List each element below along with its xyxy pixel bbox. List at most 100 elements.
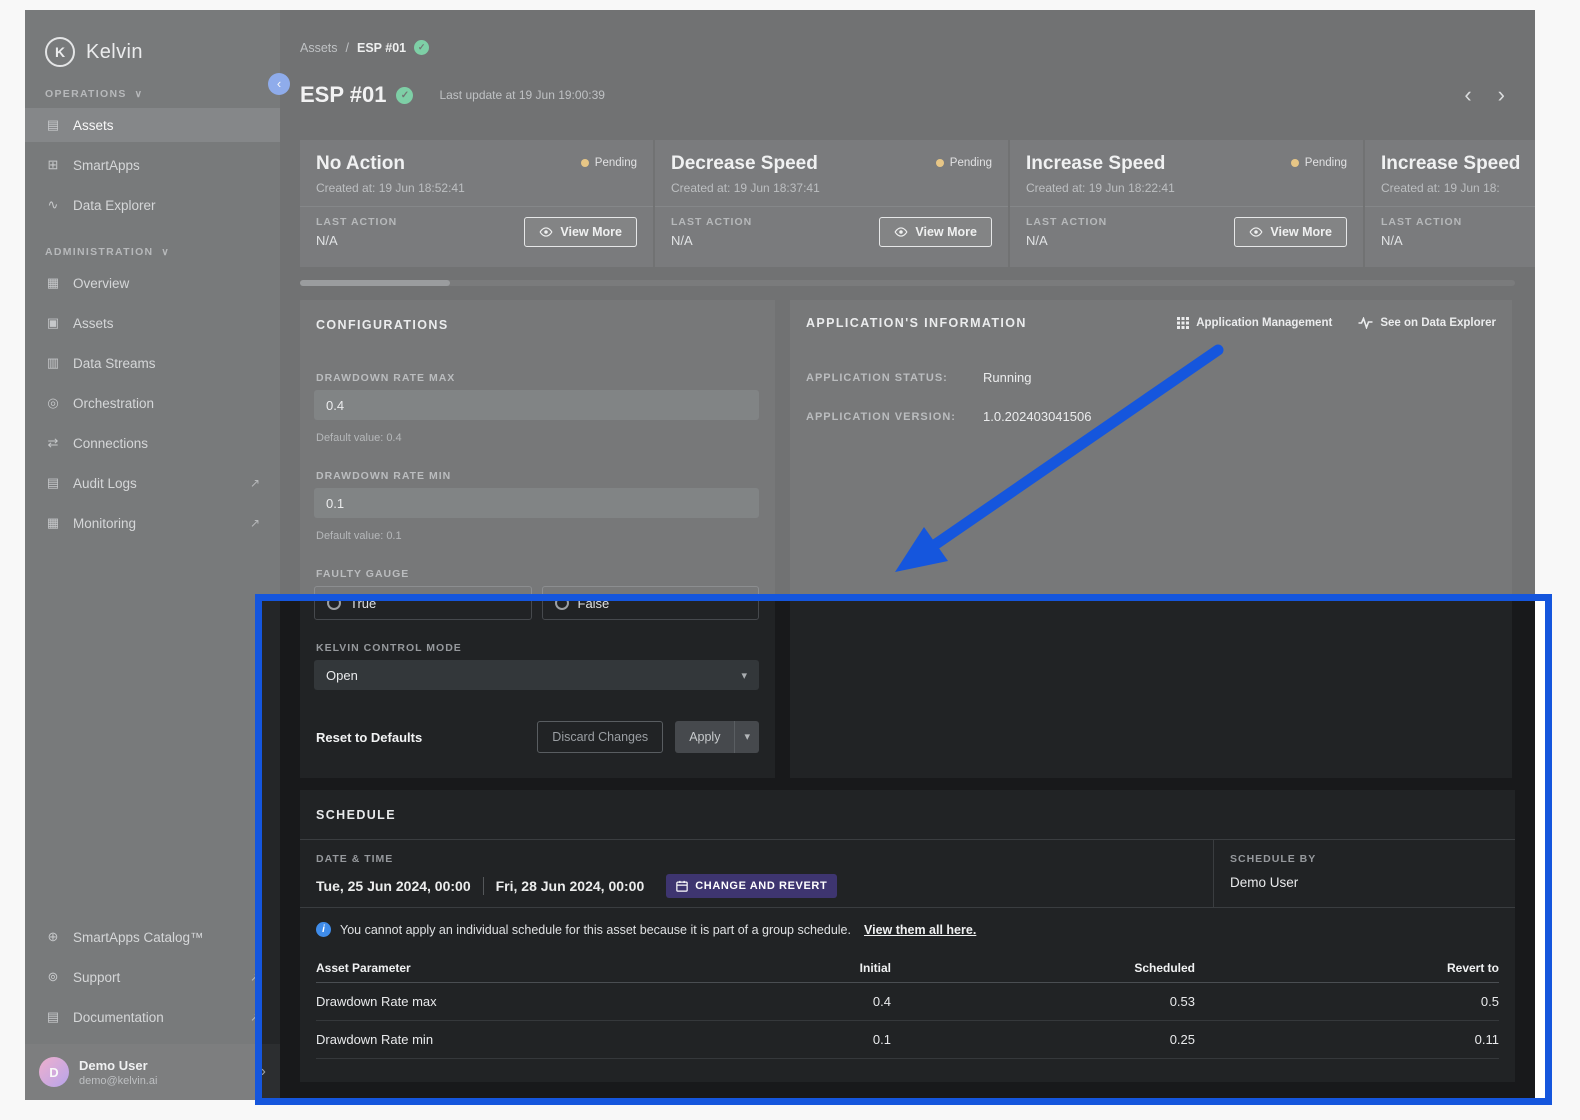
- sidebar-collapse-button[interactable]: ‹: [268, 73, 290, 95]
- cards-scrollbar[interactable]: [300, 280, 1515, 286]
- logo-letter: K: [54, 44, 66, 60]
- section-administration[interactable]: ADMINISTRATION ∨: [25, 246, 280, 266]
- card-title: Increase Speed: [1381, 153, 1521, 174]
- select-value: Open: [326, 667, 358, 683]
- section-administration-label: ADMINISTRATION: [45, 246, 154, 258]
- view-them-all-link[interactable]: View them all here.: [864, 923, 976, 937]
- last-action-value: N/A: [1381, 233, 1403, 248]
- support-icon: ⊚: [47, 969, 59, 984]
- sidebar-item-label: SmartApps Catalog™: [73, 929, 204, 945]
- card-body: LAST ACTION N/A: [1365, 207, 1535, 260]
- view-more-button[interactable]: View More: [1234, 217, 1347, 247]
- radio-false[interactable]: False: [541, 586, 759, 620]
- card-created-text: Created at: 19 Jun 18:22:41: [1026, 181, 1175, 195]
- radio-label: True: [350, 595, 377, 611]
- view-more-label: View More: [560, 225, 622, 239]
- application-version-label: APPLICATION VERSION:: [806, 411, 956, 423]
- application-management-button[interactable]: Application Management: [1177, 317, 1332, 329]
- datetime-label: DATE & TIME: [316, 853, 394, 865]
- card-created-text: Created at: 19 Jun 18:37:41: [671, 181, 820, 195]
- sidebar-item-label: Audit Logs: [73, 475, 137, 491]
- last-action-label: LAST ACTION: [1026, 216, 1108, 228]
- schedule-datetime-section: DATE & TIME Tue, 25 Jun 2024, 00:00 Fri,…: [300, 840, 1515, 908]
- page-title: ESP #01: [300, 82, 387, 107]
- chevron-right-icon: ›: [260, 1063, 266, 1080]
- sidebar-item-connections[interactable]: ⇄ Connections: [25, 426, 280, 460]
- table-row: Drawdown Rate min 0.1 0.25 0.11: [316, 1021, 1499, 1059]
- chevron-down-icon: ▾: [741, 669, 747, 682]
- drawdown-rate-max-input[interactable]: 0.4: [314, 390, 759, 420]
- sidebar-item-label: Connections: [73, 435, 149, 451]
- sidebar-item-admin-assets[interactable]: ▣ Assets: [25, 306, 280, 340]
- status-badge: Pending: [580, 157, 637, 169]
- radio-true[interactable]: True: [314, 586, 532, 620]
- reset-to-defaults-button[interactable]: Reset to Defaults: [316, 730, 422, 745]
- documentation-icon: ▤: [46, 1009, 60, 1024]
- waveform-icon: [1358, 317, 1373, 329]
- sidebar-item-data-explorer[interactable]: ∿ Data Explorer: [25, 188, 280, 222]
- apply-button[interactable]: Apply ▾: [675, 721, 759, 753]
- status-text: Pending: [1304, 157, 1347, 169]
- data-explorer-icon: ∿: [47, 197, 59, 212]
- notice-text: You cannot apply an individual schedule …: [340, 922, 851, 937]
- faulty-gauge-radio-group: True False: [314, 586, 759, 620]
- schedule-title: SCHEDULE: [316, 807, 396, 822]
- last-action-value: N/A: [671, 233, 693, 248]
- input-value: 0.1: [326, 495, 345, 511]
- scrollbar-thumb[interactable]: [300, 280, 450, 286]
- cell-scheduled: 0.53: [1169, 994, 1195, 1009]
- control-mode-label: KELVIN CONTROL MODE: [316, 642, 462, 654]
- smartapps-icon: ⊞: [47, 157, 59, 172]
- schedule-table: Asset Parameter Initial Scheduled Revert…: [316, 953, 1499, 1059]
- control-mode-select[interactable]: Open ▾: [314, 660, 759, 690]
- sidebar-item-label: Assets: [73, 117, 114, 133]
- sidebar-item-monitoring[interactable]: ▦ Monitoring ↗: [25, 506, 280, 540]
- schedule-start-date: Tue, 25 Jun 2024, 00:00: [316, 878, 471, 894]
- schedule-header: SCHEDULE: [300, 790, 1515, 840]
- sidebar-item-label: SmartApps: [73, 157, 140, 173]
- sidebar-item-overview[interactable]: ▦ Overview: [25, 266, 280, 300]
- change-and-revert-button[interactable]: CHANGE AND REVERT: [666, 874, 838, 898]
- button-label: See on Data Explorer: [1380, 317, 1496, 329]
- schedule-by-value: Demo User: [1230, 875, 1299, 890]
- check-glyph: ✓: [400, 89, 410, 101]
- orchestration-icon: ◎: [47, 395, 59, 410]
- sidebar-item-assets[interactable]: ▤ Assets: [25, 108, 280, 142]
- sidebar-item-label: Assets: [73, 315, 114, 331]
- section-operations[interactable]: OPERATIONS ∨: [25, 88, 280, 108]
- see-on-data-explorer-button[interactable]: See on Data Explorer: [1358, 317, 1496, 329]
- sidebar-item-support[interactable]: ⊚ Support ↗: [25, 960, 280, 994]
- sidebar-item-smartapps[interactable]: ⊞ SmartApps: [25, 148, 280, 182]
- cell-parameter: Drawdown Rate min: [316, 1032, 434, 1047]
- card-pager: ‹ ›: [1464, 84, 1505, 106]
- faulty-gauge-label: FAULTY GAUGE: [316, 568, 410, 580]
- card-body: LAST ACTION N/A View More: [1010, 207, 1363, 260]
- sidebar-item-orchestration[interactable]: ◎ Orchestration: [25, 386, 280, 420]
- data-streams-icon: ▥: [46, 355, 60, 370]
- eye-icon: [539, 227, 553, 237]
- next-arrow-button[interactable]: ›: [1498, 84, 1505, 106]
- view-more-button[interactable]: View More: [879, 217, 992, 247]
- user-profile[interactable]: D Demo User demo@kelvin.ai ›: [25, 1044, 280, 1100]
- card-title: Increase Speed: [1026, 153, 1166, 174]
- table-header-row: Asset Parameter Initial Scheduled Revert…: [316, 953, 1499, 983]
- discard-changes-button[interactable]: Discard Changes: [537, 721, 664, 753]
- sidebar-item-audit-logs[interactable]: ▤ Audit Logs ↗: [25, 466, 280, 500]
- drawdown-rate-min-input[interactable]: 0.1: [314, 488, 759, 518]
- breadcrumb-assets-link[interactable]: Assets: [300, 41, 338, 55]
- sidebar-item-data-streams[interactable]: ▥ Data Streams: [25, 346, 280, 380]
- chevron-down-icon[interactable]: ▾: [735, 721, 759, 753]
- app-logo: K Kelvin: [25, 10, 280, 70]
- action-card-increase-speed-2: Increase Speed Created at: 19 Jun 18: LA…: [1365, 140, 1535, 267]
- drawdown-rate-max-label: DRAWDOWN RATE MAX: [316, 372, 456, 384]
- sidebar-item-label: Data Explorer: [73, 197, 156, 213]
- app-window: K Kelvin OPERATIONS ∨ ▤ Assets ⊞ SmartAp…: [25, 10, 1535, 1100]
- view-more-button[interactable]: View More: [524, 217, 637, 247]
- previous-arrow-button[interactable]: ‹: [1464, 84, 1471, 106]
- kelvin-logo-icon: K: [45, 37, 75, 67]
- date-separator: [482, 877, 484, 895]
- sidebar-item-documentation[interactable]: ▤ Documentation ↗: [25, 1000, 280, 1034]
- sidebar-item-smartapps-catalog[interactable]: ⊕ SmartApps Catalog™: [25, 920, 280, 954]
- avatar: D: [39, 1057, 69, 1087]
- catalog-icon: ⊕: [47, 929, 59, 944]
